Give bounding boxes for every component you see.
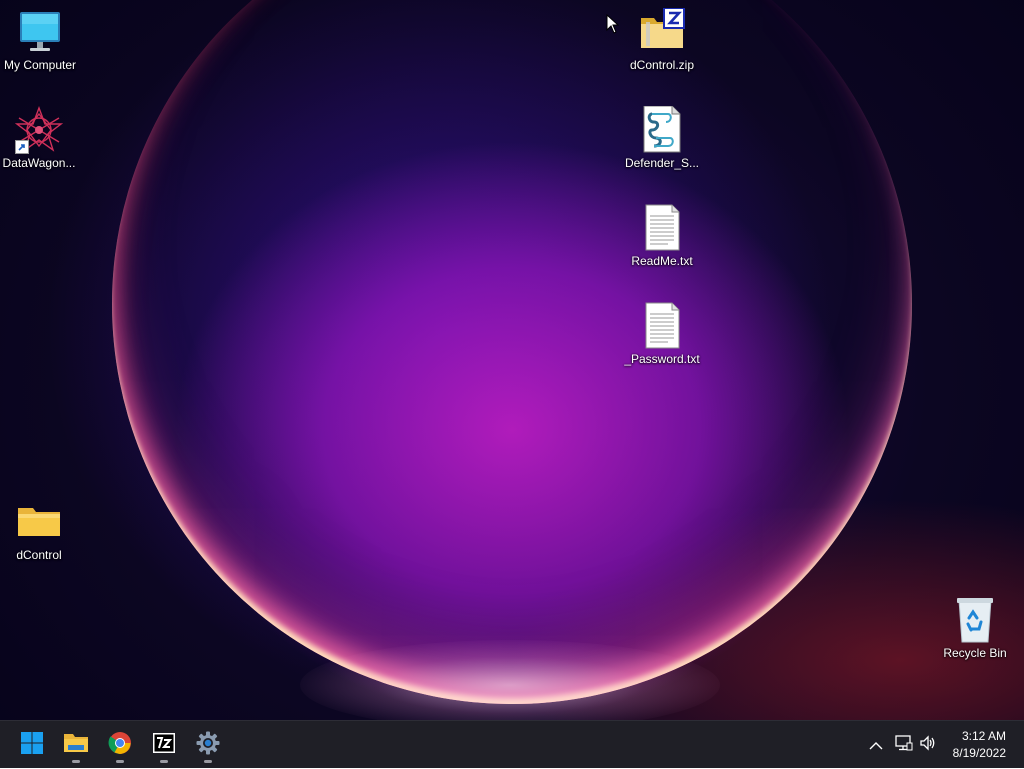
chevron-up-icon [869, 736, 883, 755]
desktop-icon-dcontrol-zip[interactable]: dControl.zip [622, 7, 702, 72]
desktop-icon-my-computer[interactable]: My Computer [0, 8, 80, 72]
mouse-cursor-icon [606, 13, 620, 34]
datawagon-app-icon [14, 106, 64, 154]
desktop-icon-label: Defender_S... [624, 156, 700, 170]
taskbar: 3:12 AM 8/19/2022 [0, 720, 1024, 768]
running-indicator [204, 760, 212, 763]
network-icon [895, 735, 913, 755]
desktop-icon-label: dControl.zip [629, 58, 695, 72]
desktop-background: My Computer DataWagon... dControl dContr… [0, 0, 1024, 720]
volume-icon [919, 735, 937, 755]
recycle-bin-icon [951, 596, 999, 644]
script-file-icon [638, 105, 686, 154]
desktop-icon-datawagon[interactable]: DataWagon... [0, 106, 79, 170]
volume-button[interactable] [916, 721, 940, 769]
zip-archive-icon [638, 7, 686, 56]
windows-start-icon [20, 731, 44, 759]
taskbar-7zip[interactable] [144, 725, 184, 765]
desktop-icon-password[interactable]: _Password.txt [622, 302, 702, 366]
network-status-button[interactable] [892, 721, 916, 769]
7zip-icon [152, 731, 176, 759]
shortcut-arrow-icon [15, 140, 29, 154]
chrome-icon [108, 731, 132, 759]
running-indicator [160, 760, 168, 763]
taskbar-file-explorer[interactable] [56, 725, 96, 765]
text-file-icon [638, 204, 686, 252]
desktop-icon-label: My Computer [3, 58, 77, 72]
settings-gear-icon [196, 731, 220, 759]
taskbar-settings[interactable] [188, 725, 228, 765]
clock-time: 3:12 AM [961, 729, 1006, 743]
desktop-icon-readme[interactable]: ReadMe.txt [622, 204, 702, 268]
desktop-icon-label: _Password.txt [624, 352, 700, 366]
file-explorer-icon [63, 731, 89, 759]
desktop-icon-dcontrol-folder[interactable]: dControl [0, 498, 79, 562]
desktop-icon-label: Recycle Bin [943, 646, 1007, 660]
desktop-icon-label: DataWagon... [2, 156, 76, 170]
desktop-icon-recycle-bin[interactable]: Recycle Bin [935, 596, 1015, 660]
desktop-icon-label: dControl [16, 548, 62, 562]
text-file-icon [638, 302, 686, 350]
start-button[interactable] [12, 725, 52, 765]
system-clock[interactable]: 3:12 AM 8/19/2022 [953, 728, 1006, 762]
desktop-icon-defender-script[interactable]: Defender_S... [622, 105, 702, 170]
monitor-icon [16, 8, 64, 56]
wallpaper-glow [300, 640, 720, 720]
desktop-icon-label: ReadMe.txt [631, 254, 693, 268]
running-indicator [116, 760, 124, 763]
running-indicator [72, 760, 80, 763]
clock-date: 8/19/2022 [952, 746, 1006, 760]
folder-icon [15, 498, 63, 546]
show-hidden-icons-button[interactable] [864, 721, 888, 769]
taskbar-chrome[interactable] [100, 725, 140, 765]
wallpaper-ring [112, 0, 912, 704]
